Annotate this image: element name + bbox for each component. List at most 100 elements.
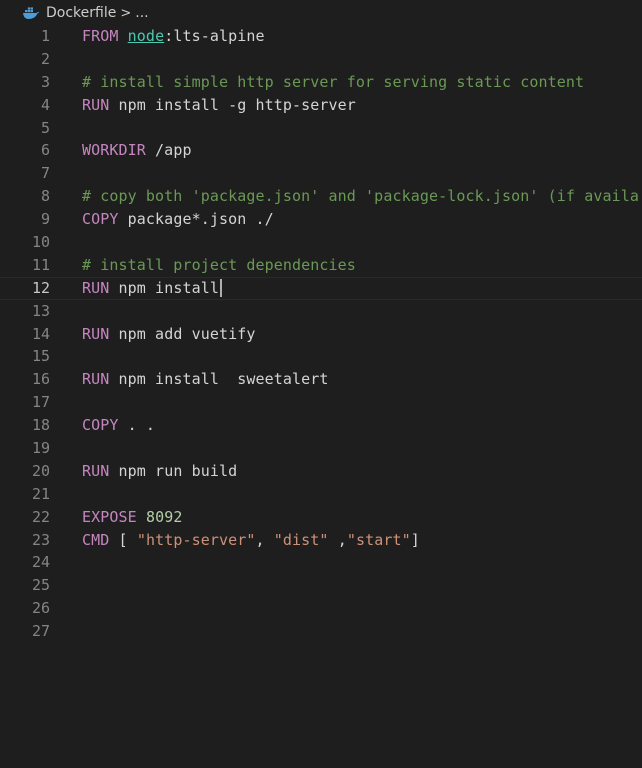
code-line[interactable]: 13 xyxy=(0,300,642,323)
line-code[interactable]: CMD [ "http-server", "dist" ,"start"] xyxy=(82,529,420,552)
line-code[interactable]: RUN npm install xyxy=(82,277,222,300)
code-line[interactable]: 27 xyxy=(0,620,642,643)
line-number: 1 xyxy=(40,27,50,45)
line-code[interactable]: COPY . . xyxy=(82,414,155,437)
code-line[interactable]: 14 RUN npm add vuetify xyxy=(0,323,642,346)
line-number: 26 xyxy=(31,599,50,618)
code-line[interactable]: 1 FROM node:lts-alpine xyxy=(0,25,642,48)
line-number: 2 xyxy=(40,49,50,68)
number-token: 8092 xyxy=(145,507,183,526)
text-token: npm add vuetify xyxy=(109,324,256,343)
keyword-token: RUN xyxy=(82,370,110,389)
code-line[interactable]: 20 RUN npm run build xyxy=(0,460,642,483)
line-number: 13 xyxy=(31,301,50,320)
breadcrumb: Dockerfile > ... xyxy=(0,0,642,26)
keyword-token: COPY xyxy=(82,210,119,229)
code-line[interactable]: 10 xyxy=(0,231,642,254)
line-code[interactable]: # copy both 'package.json' and 'package-… xyxy=(82,185,639,208)
text-token: [ xyxy=(109,530,137,549)
breadcrumb-ellipsis[interactable]: ... xyxy=(135,5,148,21)
line-number: 4 xyxy=(40,95,50,114)
line-number: 17 xyxy=(31,393,50,412)
line-number: 7 xyxy=(40,164,50,183)
line-number: 3 xyxy=(40,72,50,91)
line-number: 15 xyxy=(31,347,50,366)
code-line[interactable]: 22 EXPOSE 8092 xyxy=(0,506,642,529)
keyword-token: RUN xyxy=(82,95,110,114)
code-line[interactable]: 18 COPY . . xyxy=(0,414,642,437)
line-number: 25 xyxy=(31,576,50,595)
line-number: 10 xyxy=(31,233,50,252)
line-number: 5 xyxy=(40,118,50,137)
text-token: . . xyxy=(118,416,156,435)
breadcrumb-separator: > xyxy=(120,5,132,21)
line-code[interactable]: RUN npm install sweetalert xyxy=(82,368,329,391)
code-line[interactable]: 6 WORKDIR /app xyxy=(0,139,642,162)
string-token: "http-server" xyxy=(136,530,256,549)
line-number: 11 xyxy=(31,255,50,274)
code-line[interactable]: 3 # install simple http server for servin… xyxy=(0,71,642,94)
code-lines[interactable]: 1 FROM node:lts-alpine 2 3 # install simple … xyxy=(0,25,642,643)
comment-token: # copy both 'package.json' and 'package-… xyxy=(82,187,639,206)
line-number: 6 xyxy=(40,141,50,160)
text-token: /app xyxy=(145,141,192,160)
code-line[interactable]: 23 CMD [ "http-server", "dist" ,"start"] xyxy=(0,529,642,552)
code-line[interactable]: 7 xyxy=(0,162,642,185)
text-token: , xyxy=(255,530,274,549)
text-token: , xyxy=(328,530,347,549)
code-editor[interactable]: Dockerfile > ... 1 FROM node:lts-alpine 2 3… xyxy=(0,0,642,768)
code-line[interactable]: 5 xyxy=(0,117,642,140)
line-number: 8 xyxy=(40,187,50,206)
line-code[interactable]: # install simple http server for serving… xyxy=(82,71,584,94)
code-line[interactable]: 26 xyxy=(0,597,642,620)
keyword-token: CMD xyxy=(82,530,110,549)
line-code[interactable]: EXPOSE 8092 xyxy=(82,506,182,529)
line-code[interactable]: FROM node:lts-alpine xyxy=(82,25,265,48)
breadcrumb-file-name[interactable]: Dockerfile xyxy=(46,5,116,21)
line-number: 18 xyxy=(31,416,50,435)
code-line[interactable]: 8 # copy both 'package.json' and 'package… xyxy=(0,185,642,208)
code-line[interactable]: 2 xyxy=(0,48,642,71)
code-line[interactable]: 24 xyxy=(0,551,642,574)
keyword-token: RUN xyxy=(82,324,110,343)
line-code[interactable]: RUN npm add vuetify xyxy=(82,323,256,346)
code-line[interactable]: 9 COPY package*.json ./ xyxy=(0,208,642,231)
line-code[interactable]: # install project dependencies xyxy=(82,254,356,277)
line-code[interactable]: RUN npm install -g http-server xyxy=(82,94,356,117)
line-number: 9 xyxy=(40,210,50,229)
text-token: ] xyxy=(410,530,420,549)
comment-token: # install simple http server for serving… xyxy=(82,72,585,91)
text-token: :lts-alpine xyxy=(164,27,265,45)
line-number: 12 xyxy=(31,278,50,297)
line-number: 21 xyxy=(31,484,50,503)
line-number: 19 xyxy=(31,439,50,458)
text-token: package*.json ./ xyxy=(118,210,274,229)
text-cursor xyxy=(219,279,222,298)
line-code[interactable]: WORKDIR /app xyxy=(82,139,192,162)
line-number: 14 xyxy=(31,324,50,343)
keyword-token: RUN xyxy=(82,461,110,480)
line-number: 23 xyxy=(31,530,50,549)
image-name-token: node xyxy=(127,27,165,45)
line-number: 27 xyxy=(31,622,50,641)
string-token: "start" xyxy=(346,530,411,549)
code-line[interactable]: 15 xyxy=(0,345,642,368)
line-code[interactable]: RUN npm run build xyxy=(82,460,237,483)
code-line[interactable]: 17 xyxy=(0,391,642,414)
text-token: npm install -g http-server xyxy=(109,95,356,114)
code-line[interactable]: 21 xyxy=(0,483,642,506)
code-line[interactable]: 4 RUN npm install -g http-server xyxy=(0,94,642,117)
text-token: npm install xyxy=(109,278,219,297)
keyword-token: COPY xyxy=(82,416,119,435)
line-code[interactable]: COPY package*.json ./ xyxy=(82,208,274,231)
code-line[interactable]: 12 RUN npm install xyxy=(0,277,642,300)
code-line[interactable]: 11 # install project dependencies xyxy=(0,254,642,277)
code-line[interactable]: 25 xyxy=(0,574,642,597)
text-token: npm run build xyxy=(109,461,238,480)
code-line[interactable]: 19 xyxy=(0,437,642,460)
text-token: npm install sweetalert xyxy=(109,370,329,389)
keyword-token: FROM xyxy=(82,27,119,45)
code-line[interactable]: 16 RUN npm install sweetalert xyxy=(0,368,642,391)
